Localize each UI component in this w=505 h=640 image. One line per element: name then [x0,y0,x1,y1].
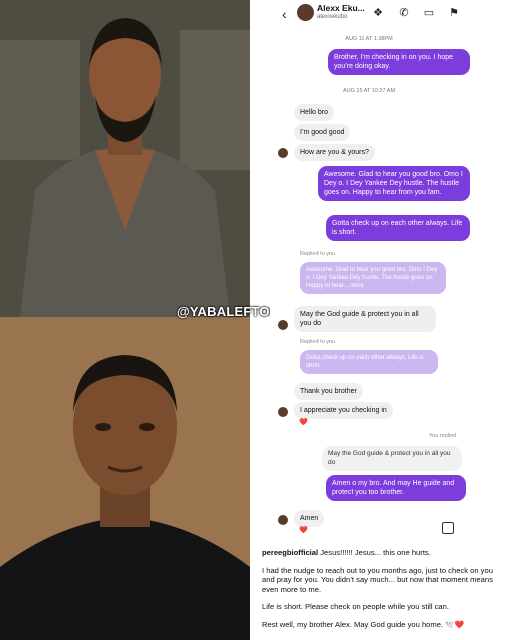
message-in[interactable]: I’m good good [294,124,351,141]
bottom-portrait-photo [0,317,250,640]
message-in[interactable]: May the God guide & protect you in all y… [294,306,436,332]
message-in[interactable]: Hello bro [294,104,335,121]
caption-line: Jesus!!!!!! Jesus... this one hurts. [320,548,431,557]
caption-paragraph: Life is short. Please check on people wh… [262,602,449,612]
heart-reaction: ❤️ [299,419,308,426]
scan-icon[interactable] [442,522,454,534]
avatar[interactable] [278,407,288,417]
top-portrait-photo [0,0,250,317]
message-in[interactable]: Amen [294,510,325,527]
back-arrow-icon[interactable]: ‹ [282,6,287,22]
quoted-reply[interactable]: Awesome. Glad to hear you good bro. Omo … [300,262,446,294]
effects-icon[interactable]: ❖ [372,7,384,19]
caption-paragraph: I had the nudge to reach out to you mont… [262,565,493,594]
chat-header: ‹ Alexx Eku... alexxekubo ❖ ✆ ▭ ⚑ [270,0,468,30]
message-out[interactable]: Amen o my bro. And may He guide and prot… [326,475,466,501]
message-out[interactable]: Awesome. Glad to hear you good bro. Omo … [318,166,470,201]
replied-label: Replied to you [300,339,336,345]
man-in-black-shirt-image [0,317,250,640]
message-in[interactable]: How are you & yours? [294,144,375,161]
avatar[interactable] [278,320,288,330]
dm-conversation: ‹ Alexx Eku... alexxekubo ❖ ✆ ▭ ⚑ AUG 11… [270,0,470,540]
timestamp: AUG 15 AT 10:27 AM [342,88,396,94]
contact-handle: alexxekubo [317,14,348,20]
caption-paragraph: Rest well, my brother Alex. May God guid… [262,619,465,629]
message-in[interactable]: I appreciate you checking in [294,402,393,419]
message-in[interactable]: Thank you brother [294,383,363,400]
replied-label: Replied to you [300,251,336,257]
avatar[interactable] [278,148,288,158]
man-in-grey-shirt-image [0,0,250,317]
timestamp: AUG 11 AT 1:38PM [345,36,393,42]
quoted-reply[interactable]: Gotta check up on each other always. Lif… [300,350,438,374]
contact-name[interactable]: Alexx Eku... [317,3,365,13]
flag-icon[interactable]: ⚑ [448,7,460,19]
message-out[interactable]: Gotta check up on each other always. Lif… [326,215,470,241]
video-icon[interactable]: ▭ [423,7,435,19]
avatar[interactable] [278,515,288,525]
avatar[interactable] [297,4,314,21]
heart-reaction: ❤️ [299,527,308,534]
caption-username[interactable]: pereegbiofficial [262,548,318,557]
you-replied-label: You replied [429,433,457,439]
quoted-reply[interactable]: May the God guide & protect you in all y… [322,446,462,471]
phone-icon[interactable]: ✆ [398,7,410,19]
post-caption: pereegbiofficial Jesus!!!!!! Jesus... th… [262,548,498,638]
message-out[interactable]: Brother, I’m checking in on you. I hope … [328,49,470,75]
